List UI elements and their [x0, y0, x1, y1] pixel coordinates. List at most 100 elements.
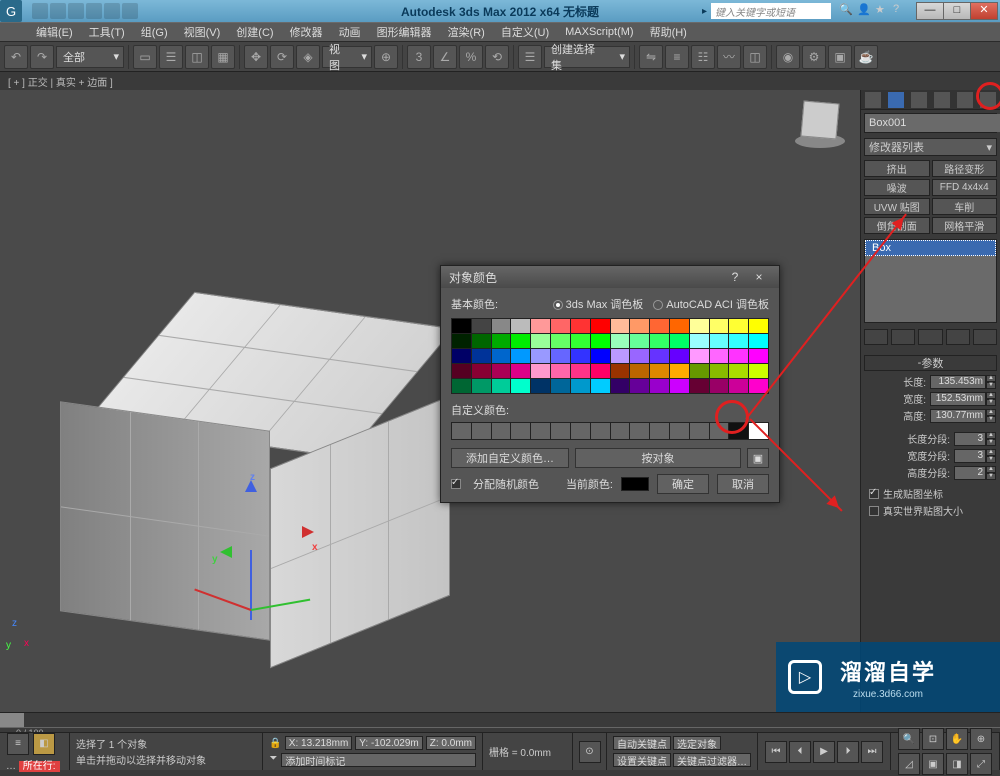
select-name-button[interactable]: ☰	[159, 45, 183, 69]
layer-button[interactable]: ☷	[691, 45, 715, 69]
material-button[interactable]: ◉	[776, 45, 800, 69]
mod-noise[interactable]: 噪波	[864, 179, 930, 196]
color-swatch[interactable]	[472, 379, 491, 393]
color-swatch[interactable]	[551, 379, 570, 393]
modifier-list-combo[interactable]: 修改器列表	[864, 138, 997, 156]
active-color-toggle[interactable]: ▣	[747, 448, 769, 468]
minimize-button[interactable]: —	[916, 2, 944, 20]
menu-customize[interactable]: 自定义(U)	[493, 23, 557, 41]
time-tag-field[interactable]: 添加时间标记	[281, 753, 476, 767]
color-swatch[interactable]	[551, 364, 570, 378]
viewcube[interactable]	[790, 96, 850, 156]
color-swatch[interactable]	[650, 334, 669, 348]
color-swatch[interactable]	[710, 379, 729, 393]
menu-group[interactable]: 组(G)	[133, 23, 176, 41]
color-swatch[interactable]	[710, 334, 729, 348]
modify-tab-icon[interactable]	[888, 92, 904, 108]
remove-modifier-button[interactable]	[946, 329, 970, 345]
color-swatch[interactable]	[511, 334, 530, 348]
hseg-spinner[interactable]: 2	[954, 466, 986, 480]
color-swatch[interactable]	[472, 364, 491, 378]
color-swatch[interactable]	[650, 349, 669, 363]
maxscript-button[interactable]: ≡	[7, 733, 29, 755]
mod-pathdeform[interactable]: 路径变形	[932, 160, 998, 177]
maximize-viewport-button[interactable]: ◨	[946, 753, 968, 775]
autokey-button[interactable]: 自动关键点	[613, 736, 671, 750]
color-swatch[interactable]	[670, 379, 689, 393]
menu-render[interactable]: 渲染(R)	[440, 23, 493, 41]
viewport-label[interactable]: [ + ] 正交 | 真实 + 边面 ]	[0, 72, 1000, 90]
setkey-button[interactable]: 设置关键点	[613, 753, 671, 767]
palette-3dsmax-radio[interactable]: 3ds Max 调色板	[553, 296, 644, 312]
color-swatch[interactable]	[729, 319, 748, 333]
configure-sets-button[interactable]	[973, 329, 997, 345]
help-icon[interactable]: ?	[893, 3, 909, 19]
undo-button[interactable]: ↶	[4, 45, 28, 69]
color-swatch[interactable]	[511, 364, 530, 378]
color-swatch[interactable]	[749, 349, 768, 363]
mod-uvw[interactable]: UVW 贴图	[864, 198, 930, 215]
color-swatch[interactable]	[710, 319, 729, 333]
color-swatch[interactable]	[749, 334, 768, 348]
color-swatch[interactable]	[611, 349, 630, 363]
color-swatch[interactable]	[729, 334, 748, 348]
play-button[interactable]: ▶	[813, 741, 835, 763]
by-object-button[interactable]: 按对象	[575, 448, 741, 468]
prev-frame-button[interactable]: ⏴	[789, 741, 811, 763]
color-swatch[interactable]	[452, 334, 471, 348]
goto-end-button[interactable]: ⏭	[861, 741, 883, 763]
curve-editor-button[interactable]: 〰	[717, 45, 741, 69]
color-swatch[interactable]	[690, 349, 709, 363]
pan-button[interactable]: ✋	[946, 728, 968, 750]
listener-button[interactable]: ◧	[33, 733, 55, 755]
color-swatch[interactable]	[729, 349, 748, 363]
color-swatch[interactable]	[710, 364, 729, 378]
menu-edit[interactable]: 编辑(E)	[28, 23, 81, 41]
fov-button[interactable]: ◿	[898, 753, 920, 775]
color-swatch[interactable]	[531, 319, 550, 333]
dialog-close-button[interactable]: ×	[747, 270, 771, 284]
qat-btn[interactable]	[32, 3, 48, 19]
color-swatch[interactable]	[690, 379, 709, 393]
maximize-button[interactable]: □	[943, 2, 971, 20]
qat-btn[interactable]	[122, 3, 138, 19]
assign-random-checkbox[interactable]	[451, 479, 461, 489]
coord-y[interactable]: Y: -102.029m	[355, 736, 422, 750]
spinner-snap-button[interactable]: ⟲	[485, 45, 509, 69]
render-frame-button[interactable]: ▣	[828, 45, 852, 69]
color-swatch[interactable]	[452, 349, 471, 363]
infocenter-icon[interactable]: 🔍	[839, 3, 855, 19]
named-selset-combo[interactable]: 创建选择集	[544, 46, 630, 68]
redo-button[interactable]: ↷	[30, 45, 54, 69]
time-tag-icon[interactable]: ⏷	[269, 753, 277, 767]
color-swatch[interactable]	[492, 379, 511, 393]
menu-create[interactable]: 创建(C)	[228, 23, 281, 41]
time-slider[interactable]	[0, 713, 24, 727]
menu-tools[interactable]: 工具(T)	[81, 23, 133, 41]
wseg-spinner[interactable]: 3	[954, 449, 986, 463]
mirror-button[interactable]: ⇋	[639, 45, 663, 69]
color-swatch[interactable]	[591, 364, 610, 378]
mod-meshsmooth[interactable]: 网格平滑	[932, 217, 998, 234]
qat-btn[interactable]	[104, 3, 120, 19]
render-setup-button[interactable]: ⚙	[802, 45, 826, 69]
hierarchy-tab-icon[interactable]	[911, 92, 927, 108]
real-world-checkbox[interactable]	[869, 506, 879, 516]
orbit-button[interactable]: ⊕	[970, 728, 992, 750]
stack-item-box[interactable]: Box	[865, 240, 996, 256]
height-spinner[interactable]: 130.77mm	[930, 409, 986, 423]
keyfilter-button[interactable]: 关键点过滤器…	[673, 753, 751, 767]
favorites-icon[interactable]: ★	[875, 3, 891, 19]
align-button[interactable]: ≡	[665, 45, 689, 69]
color-swatch[interactable]	[492, 349, 511, 363]
close-button[interactable]: ✕	[970, 2, 998, 20]
angle-snap-button[interactable]: ∠	[433, 45, 457, 69]
color-swatch[interactable]	[571, 319, 590, 333]
color-swatch[interactable]	[591, 319, 610, 333]
color-swatch[interactable]	[630, 379, 649, 393]
menu-views[interactable]: 视图(V)	[176, 23, 229, 41]
color-swatch[interactable]	[591, 379, 610, 393]
color-swatch[interactable]	[650, 319, 669, 333]
color-swatch[interactable]	[551, 334, 570, 348]
color-swatch[interactable]	[511, 319, 530, 333]
